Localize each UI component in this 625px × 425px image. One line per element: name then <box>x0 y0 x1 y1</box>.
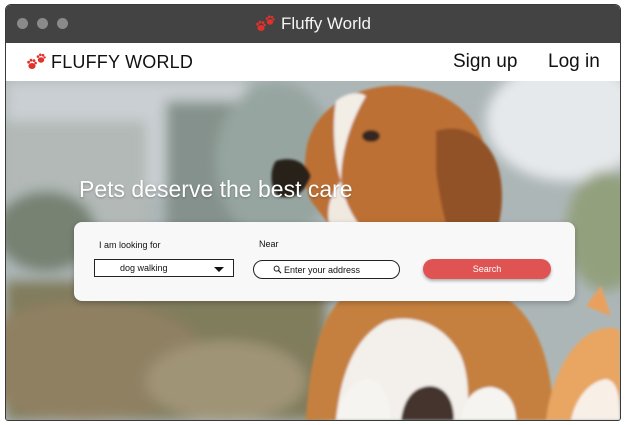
site-navbar: FLUFFY WORLD Sign up Log in <box>6 43 620 81</box>
browser-window: Fluffy World FLUFFY WORLD Sign up Log in <box>5 4 621 421</box>
looking-for-label: I am looking for <box>99 240 161 250</box>
hero-headline: Pets deserve the best care <box>79 176 353 202</box>
address-input[interactable] <box>284 263 394 276</box>
magnifier-icon <box>273 265 282 274</box>
paw-print-icon <box>27 53 46 69</box>
login-link[interactable]: Log in <box>548 43 600 81</box>
paw-print-icon <box>256 15 275 31</box>
address-field[interactable] <box>253 260 400 279</box>
brand-logo[interactable]: FLUFFY WORLD <box>26 43 193 81</box>
hero-section: Pets deserve the best care I am looking … <box>6 81 620 420</box>
search-button[interactable]: Search <box>423 259 551 279</box>
window-titlebar: Fluffy World <box>6 5 620 43</box>
chevron-down-icon <box>214 267 224 272</box>
service-select[interactable]: dog walking <box>94 259 234 277</box>
signup-link[interactable]: Sign up <box>453 43 517 81</box>
window-title: Fluffy World <box>6 5 620 43</box>
service-selected-value: dog walking <box>120 263 168 273</box>
search-form: I am looking for Near dog walking Search <box>74 222 575 301</box>
brand-name: FLUFFY WORLD <box>51 51 194 72</box>
near-label: Near <box>259 239 279 249</box>
window-title-text: Fluffy World <box>280 14 372 33</box>
